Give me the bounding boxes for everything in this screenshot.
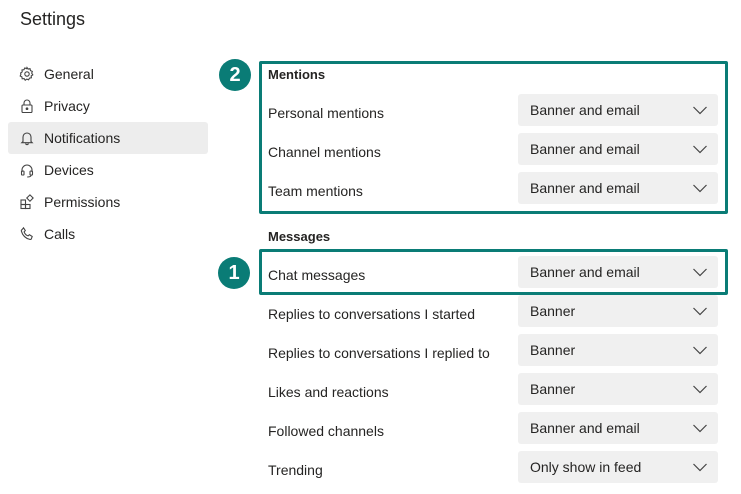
setting-row-followed-channels: Followed channels Banner and email <box>268 412 718 444</box>
mentions-highlight-box <box>259 61 728 214</box>
apps-icon <box>18 193 36 211</box>
dropdown-value: Only show in feed <box>530 459 642 475</box>
setting-label: Followed channels <box>268 423 384 439</box>
gear-icon <box>18 65 36 83</box>
sidebar-item-permissions[interactable]: Permissions <box>8 186 208 218</box>
sidebar-item-label: Notifications <box>44 130 121 146</box>
setting-row-trending: Trending Only show in feed <box>268 451 718 483</box>
callout-badge-2: 2 <box>219 59 251 91</box>
settings-sidebar: General Privacy Notifications Devices Pe… <box>8 58 208 250</box>
callout-badge-1: 1 <box>218 257 250 289</box>
followed-channels-dropdown[interactable]: Banner and email <box>518 412 718 444</box>
sidebar-item-label: Privacy <box>44 98 90 114</box>
headset-icon <box>18 161 36 179</box>
dropdown-value: Banner and email <box>530 420 640 436</box>
page-title: Settings <box>20 9 86 29</box>
dropdown-value: Banner <box>530 381 576 397</box>
likes-reactions-dropdown[interactable]: Banner <box>518 373 718 405</box>
chevron-down-icon <box>693 463 707 472</box>
lock-icon <box>18 97 36 115</box>
setting-row-replies-started: Replies to conversations I started Banne… <box>268 295 718 327</box>
sidebar-item-calls[interactable]: Calls <box>8 218 208 250</box>
bell-icon <box>18 129 36 147</box>
setting-label: Replies to conversations I started <box>268 306 475 322</box>
dropdown-value: Banner <box>530 303 576 319</box>
setting-label: Likes and reactions <box>268 384 389 400</box>
setting-label: Replies to conversations I replied to <box>268 345 490 361</box>
phone-icon <box>18 225 36 243</box>
messages-heading: Messages <box>268 229 331 244</box>
sidebar-item-devices[interactable]: Devices <box>8 154 208 186</box>
trending-dropdown[interactable]: Only show in feed <box>518 451 718 483</box>
replies-replied-dropdown[interactable]: Banner <box>518 334 718 366</box>
sidebar-item-label: General <box>44 66 94 82</box>
replies-started-dropdown[interactable]: Banner <box>518 295 718 327</box>
chat-messages-highlight-box <box>259 249 728 295</box>
sidebar-item-general[interactable]: General <box>8 58 208 90</box>
chevron-down-icon <box>693 346 707 355</box>
sidebar-item-label: Devices <box>44 162 94 178</box>
sidebar-item-notifications[interactable]: Notifications <box>8 122 208 154</box>
chevron-down-icon <box>693 424 707 433</box>
dropdown-value: Banner <box>530 342 576 358</box>
chevron-down-icon <box>693 307 707 316</box>
setting-row-replies-replied: Replies to conversations I replied to Ba… <box>268 334 718 366</box>
setting-row-likes-reactions: Likes and reactions Banner <box>268 373 718 405</box>
sidebar-item-label: Permissions <box>44 194 121 210</box>
sidebar-item-label: Calls <box>44 226 76 242</box>
chevron-down-icon <box>693 385 707 394</box>
setting-label: Trending <box>268 462 323 478</box>
sidebar-item-privacy[interactable]: Privacy <box>8 90 208 122</box>
